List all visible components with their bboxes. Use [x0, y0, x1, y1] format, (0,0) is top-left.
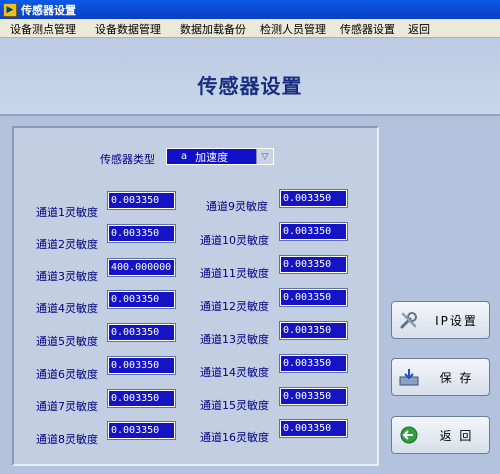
- menu-bar: 设备测点管理 设备数据管理 数据加载备份 检测人员管理 传感器设置 返回: [0, 19, 500, 38]
- channel-10-label: 通道10灵敏度: [200, 234, 269, 247]
- channel-6-sensitivity-input[interactable]: 0.003350: [107, 356, 176, 375]
- channel-11-sensitivity-input[interactable]: 0.003350: [279, 255, 348, 274]
- channel-2-label: 通道2灵敏度: [36, 238, 98, 251]
- back-arrow-icon: [398, 424, 420, 446]
- channel-7-label: 通道7灵敏度: [36, 400, 98, 413]
- channel-14-sensitivity-input[interactable]: 0.003350: [279, 354, 348, 373]
- ip-settings-button[interactable]: IP设置: [391, 301, 490, 339]
- channel-10-sensitivity-input[interactable]: 0.003350: [279, 222, 348, 241]
- chevron-down-icon[interactable]: ▽: [256, 149, 273, 164]
- menu-item-sensor-settings[interactable]: 传感器设置: [340, 21, 395, 37]
- sensor-type-label: 传感器类型: [100, 153, 155, 166]
- sensor-type-value: 加速度: [195, 150, 229, 164]
- channel-3-label: 通道3灵敏度: [36, 270, 98, 283]
- menu-item-data-backup[interactable]: 数据加载备份: [180, 21, 246, 37]
- channel-8-sensitivity-input[interactable]: 0.003350: [107, 421, 176, 440]
- channel-16-sensitivity-input[interactable]: 0.003350: [279, 419, 348, 438]
- channel-12-label: 通道12灵敏度: [200, 300, 269, 313]
- menu-item-device-data[interactable]: 设备数据管理: [95, 21, 161, 37]
- channel-13-sensitivity-input[interactable]: 0.003350: [279, 321, 348, 340]
- window-title: 传感器设置: [21, 3, 76, 17]
- channel-4-sensitivity-input[interactable]: 0.003350: [107, 290, 176, 309]
- channel-8-label: 通道8灵敏度: [36, 433, 98, 446]
- back-label: 返 回: [439, 428, 474, 443]
- save-label: 保 存: [439, 370, 474, 385]
- channel-13-label: 通道13灵敏度: [200, 333, 269, 346]
- channel-15-sensitivity-input[interactable]: 0.003350: [279, 387, 348, 406]
- save-tray-icon: [398, 366, 420, 388]
- channel-9-sensitivity-input[interactable]: 0.003350: [279, 189, 348, 208]
- menu-item-device-points[interactable]: 设备测点管理: [10, 21, 76, 37]
- menu-item-staff[interactable]: 检测人员管理: [260, 21, 326, 37]
- ip-settings-label: IP设置: [435, 313, 478, 328]
- window-titlebar: ▶ 传感器设置: [0, 0, 500, 19]
- channel-7-sensitivity-input[interactable]: 0.003350: [107, 389, 176, 408]
- page-title: 传感器设置: [197, 74, 303, 98]
- channel-3-sensitivity-input[interactable]: 400.000000: [107, 258, 176, 277]
- channel-12-sensitivity-input[interactable]: 0.003350: [279, 288, 348, 307]
- channel-16-label: 通道16灵敏度: [200, 431, 269, 444]
- channel-11-label: 通道11灵敏度: [200, 267, 269, 280]
- back-button[interactable]: 返 回: [391, 416, 490, 454]
- menu-item-back[interactable]: 返回: [408, 21, 430, 37]
- channel-2-sensitivity-input[interactable]: 0.003350: [107, 224, 176, 243]
- channel-6-label: 通道6灵敏度: [36, 368, 98, 381]
- app-icon: ▶: [3, 2, 17, 17]
- sensor-type-select[interactable]: a 加速度 ▽: [166, 148, 274, 165]
- channel-5-sensitivity-input[interactable]: 0.003350: [107, 323, 176, 342]
- channel-9-label: 通道9灵敏度: [206, 200, 268, 213]
- channel-4-label: 通道4灵敏度: [36, 302, 98, 315]
- sensor-type-prefix: a: [181, 151, 188, 162]
- channel-14-label: 通道14灵敏度: [200, 366, 269, 379]
- channel-15-label: 通道15灵敏度: [200, 399, 269, 412]
- tools-icon: [398, 309, 420, 331]
- channel-1-label: 通道1灵敏度: [36, 206, 98, 219]
- save-button[interactable]: 保 存: [391, 358, 490, 396]
- channel-5-label: 通道5灵敏度: [36, 335, 98, 348]
- channel-1-sensitivity-input[interactable]: 0.003350: [107, 191, 176, 210]
